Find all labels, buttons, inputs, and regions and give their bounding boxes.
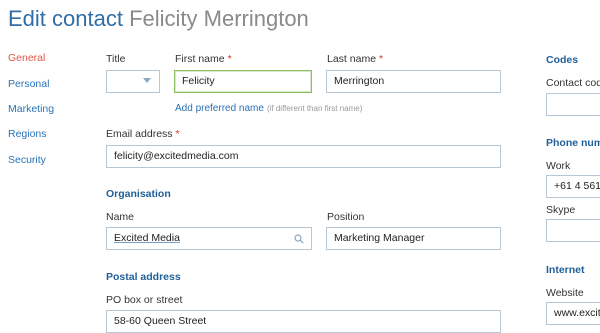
- codes-heading: Codes: [546, 54, 579, 66]
- required-marker: *: [227, 53, 232, 65]
- internet-heading: Internet: [546, 264, 585, 276]
- email-label-text: Email address: [106, 128, 173, 140]
- last-name-value: Merrington: [334, 75, 385, 87]
- organisation-heading: Organisation: [106, 188, 171, 200]
- sidebar-item-security[interactable]: Security: [8, 154, 46, 166]
- page-title: Edit contact Felicity Merrington: [8, 6, 309, 32]
- skype-label: Skype: [546, 204, 576, 216]
- email-field[interactable]: felicity@excitedmedia.com: [106, 145, 501, 168]
- work-phone-field[interactable]: +61 4 561: [546, 175, 600, 198]
- sidebar-item-general[interactable]: General: [8, 52, 45, 64]
- email-label: Email address *: [106, 128, 180, 140]
- title-select[interactable]: [106, 70, 160, 93]
- required-marker: *: [379, 53, 384, 65]
- position-field[interactable]: Marketing Manager: [326, 227, 501, 250]
- website-label: Website: [546, 287, 584, 299]
- first-name-label: First name *: [175, 53, 232, 65]
- required-marker: *: [175, 128, 180, 140]
- po-box-label: PO box or street: [106, 294, 183, 306]
- contact-name: Felicity Merrington: [129, 6, 309, 31]
- position-label: Position: [327, 211, 365, 223]
- chevron-down-icon: [143, 78, 151, 83]
- last-name-label: Last name *: [327, 53, 383, 65]
- last-name-field[interactable]: Merrington: [326, 70, 501, 93]
- page-title-prefix: Edit contact: [8, 6, 123, 31]
- search-icon[interactable]: [294, 234, 304, 244]
- skype-field[interactable]: [546, 219, 600, 242]
- sidebar-item-regions[interactable]: Regions: [8, 128, 47, 140]
- email-value: felicity@excitedmedia.com: [114, 150, 239, 162]
- contact-code-label: Contact cod: [546, 77, 600, 89]
- sidebar-item-personal[interactable]: Personal: [8, 78, 49, 90]
- org-name-field[interactable]: Excited Media: [106, 227, 312, 250]
- add-preferred-name-hint: (if different than first name): [266, 104, 363, 113]
- work-phone-label: Work: [546, 160, 571, 172]
- add-preferred-name: Add preferred name (if different than fir…: [175, 98, 362, 116]
- position-value: Marketing Manager: [334, 232, 425, 244]
- last-name-label-text: Last name: [327, 53, 377, 65]
- phone-numbers-heading: Phone num: [546, 137, 600, 149]
- contact-code-field[interactable]: [546, 93, 600, 116]
- first-name-label-text: First name: [175, 53, 225, 65]
- website-field[interactable]: www.excite: [546, 302, 600, 325]
- first-name-value: Felicity: [182, 75, 215, 87]
- org-name-label: Name: [106, 211, 135, 223]
- title-label: Title: [106, 53, 126, 65]
- website-value: www.excite: [554, 307, 600, 319]
- postal-address-heading: Postal address: [106, 271, 181, 283]
- org-name-value: Excited Media: [114, 232, 180, 244]
- work-phone-value: +61 4 561: [554, 180, 600, 192]
- po-box-value: 58-60 Queen Street: [114, 315, 207, 327]
- add-preferred-name-link[interactable]: Add preferred name: [175, 103, 264, 114]
- sidebar-item-marketing[interactable]: Marketing: [8, 103, 54, 115]
- first-name-field[interactable]: Felicity: [174, 70, 312, 93]
- po-box-field[interactable]: 58-60 Queen Street: [106, 310, 501, 333]
